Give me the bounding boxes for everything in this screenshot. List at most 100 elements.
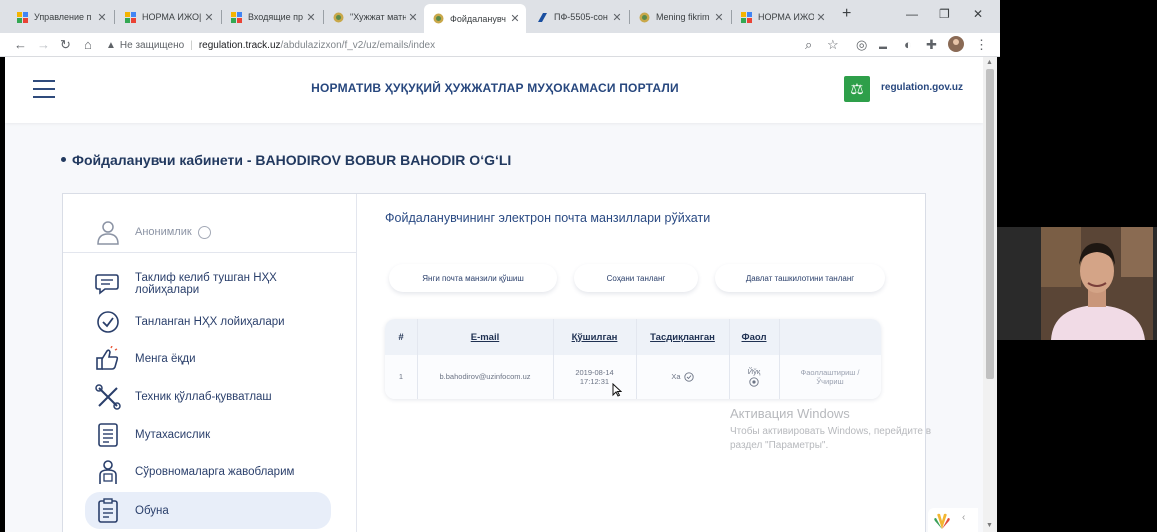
close-tab-icon[interactable]: ✕: [202, 11, 216, 24]
minimize-icon[interactable]: —: [906, 7, 918, 21]
browser-tab-7[interactable]: Mening fikrim ✕: [630, 5, 730, 29]
close-tab-icon[interactable]: ✕: [610, 11, 624, 24]
sidebar-item-selected-drafts[interactable]: Танланган НҲХ лойиҳалари: [85, 307, 331, 337]
bookmark-star-icon[interactable]: ☆: [827, 37, 839, 53]
presenter-image: [1041, 227, 1153, 340]
url-host: regulation.track.uz: [198, 39, 281, 51]
globe-extension-icon[interactable]: ◎: [856, 37, 867, 53]
add-email-button[interactable]: Янги почта манзили қўшиш: [389, 264, 557, 292]
tab-title: "Хужжат матн: [350, 12, 406, 22]
close-tab-icon[interactable]: ✕: [95, 11, 109, 24]
puzzle-extensions-icon[interactable]: ✚: [926, 37, 937, 53]
browser-tab-4[interactable]: "Хужжат матн ✕: [324, 5, 424, 29]
close-tab-icon[interactable]: ✕: [508, 12, 522, 25]
address-bar[interactable]: ▲ Не защищено | regulation.track.uz/abdu…: [106, 35, 846, 55]
forward-arrow-icon[interactable]: →: [37, 37, 50, 53]
page-scrollbar[interactable]: ▲ ▼: [983, 57, 997, 532]
url-path: /abdulazizxon/f_v2/uz/emails/index: [280, 39, 436, 51]
collapse-arrow-icon[interactable]: ‹: [962, 512, 965, 523]
column-header-email[interactable]: E-mail: [417, 319, 553, 355]
person-survey-icon: [99, 460, 117, 484]
close-tab-icon[interactable]: ✕: [406, 11, 420, 24]
site-header: НОРМАТИВ ҲУҚУҚИЙ ҲУЖЖАТЛАР МУҲОКАМАСИ ПО…: [5, 57, 983, 123]
restore-icon[interactable]: ❐: [939, 7, 950, 21]
tab-title: ПФ-5505-сон: [554, 12, 608, 22]
table-divider: [729, 319, 730, 399]
close-window-icon[interactable]: ✕: [973, 7, 983, 21]
grid-favicon-icon: [124, 11, 136, 23]
gov-site-link[interactable]: regulation.gov.uz: [881, 82, 963, 93]
cell-actions: Фаоллаштириш / Ўчириш: [779, 355, 881, 399]
grid-favicon-icon: [16, 11, 28, 23]
scroll-up-arrow-icon[interactable]: ▲: [986, 59, 993, 66]
floating-widget[interactable]: ‹: [928, 508, 978, 532]
scrollbar-thumb[interactable]: [986, 69, 994, 379]
cell-added: 2019-08-14 17:12:31: [553, 355, 636, 399]
scroll-down-arrow-icon[interactable]: ▼: [986, 522, 993, 529]
sidebar-item-label: Таклиф келиб тушган НҲХ лойиҳалари: [135, 272, 277, 296]
scales-logo-icon[interactable]: ⚖: [844, 76, 870, 102]
select-organization-button[interactable]: Давлат ташкилотини танланг: [715, 264, 885, 292]
tab-title: НОРМА ИЖО|: [758, 12, 814, 22]
cell-number: 1: [398, 372, 404, 382]
sidebar-item-specialization[interactable]: Мутахасислик: [85, 420, 331, 450]
close-tab-icon[interactable]: ✕: [712, 11, 726, 24]
column-header-actions: [779, 319, 881, 355]
emails-list-title: Фойдаланувчининг электрон почта манзилла…: [385, 211, 711, 225]
browser-tab-2[interactable]: НОРМА ИЖО| ✕: [116, 5, 220, 29]
extension-badge-icon[interactable]: ▬: [879, 39, 887, 55]
tab-title: Mening fikrim: [656, 12, 710, 22]
mouse-cursor-icon: [612, 382, 623, 400]
browser-tab-3[interactable]: Входящие пр ✕: [222, 5, 322, 29]
browser-toolbar: ← → ↻ ⌂ ▲ Не защищено | regulation.track…: [0, 33, 1000, 57]
sidebar-item-proposals[interactable]: Таклиф келиб тушган НҲХ лойиҳалари: [85, 266, 331, 302]
menu-kebab-icon[interactable]: ⋮: [975, 37, 988, 53]
anonymity-toggle[interactable]: Анонимлик: [95, 218, 211, 246]
delete-link[interactable]: Ўчириш: [816, 377, 843, 386]
webcam-video: [1041, 227, 1153, 340]
sidebar-item-subscription[interactable]: Обуна: [85, 492, 331, 529]
back-arrow-icon[interactable]: ←: [14, 37, 27, 53]
confirmed-value: Ха: [671, 372, 681, 382]
leaf-logo-icon: [934, 513, 950, 529]
browser-tab-bar: Управление п ✕ НОРМА ИЖО| ✕ Входящие пр …: [0, 0, 1000, 33]
sidebar-item-tech-support[interactable]: Техник қўллаб-қувватлаш: [85, 382, 331, 412]
radio-target-icon[interactable]: [749, 377, 759, 387]
close-tab-icon[interactable]: ✕: [304, 11, 318, 24]
sidebar-item-label: Сўровномаларга жавобларим: [135, 466, 295, 478]
circle-extension-icon[interactable]: ◐: [904, 37, 912, 53]
close-tab-icon[interactable]: ✕: [814, 11, 828, 24]
sidebar-item-label: Мутахасислик: [135, 429, 211, 441]
divider: |: [190, 39, 193, 51]
cabinet-title-text: Фойдаланувчи кабинети - BAHODIROV BOBUR …: [72, 152, 512, 168]
lex-favicon-icon: [536, 11, 548, 23]
column-header-active[interactable]: Фаол: [729, 319, 779, 355]
browser-tab-1[interactable]: Управление п ✕: [8, 5, 113, 29]
chat-document-icon: [95, 274, 119, 295]
browser-tab-8[interactable]: НОРМА ИЖО| ✕: [732, 5, 832, 29]
toggle-radio-icon[interactable]: [197, 225, 211, 239]
zoom-search-icon[interactable]: ⌕: [805, 37, 812, 53]
hamburger-menu-icon[interactable]: [33, 80, 55, 98]
sidebar-item-survey-answers[interactable]: Сўровномаларга жавобларим: [85, 457, 331, 487]
table-divider: [636, 319, 637, 399]
document-list-icon: [98, 423, 118, 447]
grid-favicon-icon: [740, 11, 752, 23]
sidebar-item-liked[interactable]: Менга ёқди: [85, 344, 331, 374]
activate-link[interactable]: Фаоллаштириш /: [801, 368, 860, 377]
new-tab-button[interactable]: +: [842, 5, 851, 23]
profile-avatar-icon[interactable]: [948, 36, 964, 56]
browser-tab-6[interactable]: ПФ-5505-сон ✕: [528, 5, 628, 29]
select-field-button[interactable]: Соҳани танланг: [574, 264, 698, 292]
warning-triangle-icon: ▲: [106, 39, 116, 51]
browser-tab-active[interactable]: Фойдаланувч ✕: [424, 4, 526, 33]
tab-title: Входящие пр: [248, 12, 304, 22]
check-circle-small-icon: [683, 372, 694, 382]
column-header-confirmed[interactable]: Тасдиқланган: [636, 319, 729, 355]
reload-icon[interactable]: ↻: [60, 37, 71, 53]
emblem-favicon-icon: [332, 11, 344, 23]
sidebar-item-label: Обуна: [135, 504, 169, 517]
home-icon[interactable]: ⌂: [84, 37, 92, 53]
column-header-added[interactable]: Қўшилган: [553, 319, 636, 355]
bullet-dot: [61, 156, 66, 162]
